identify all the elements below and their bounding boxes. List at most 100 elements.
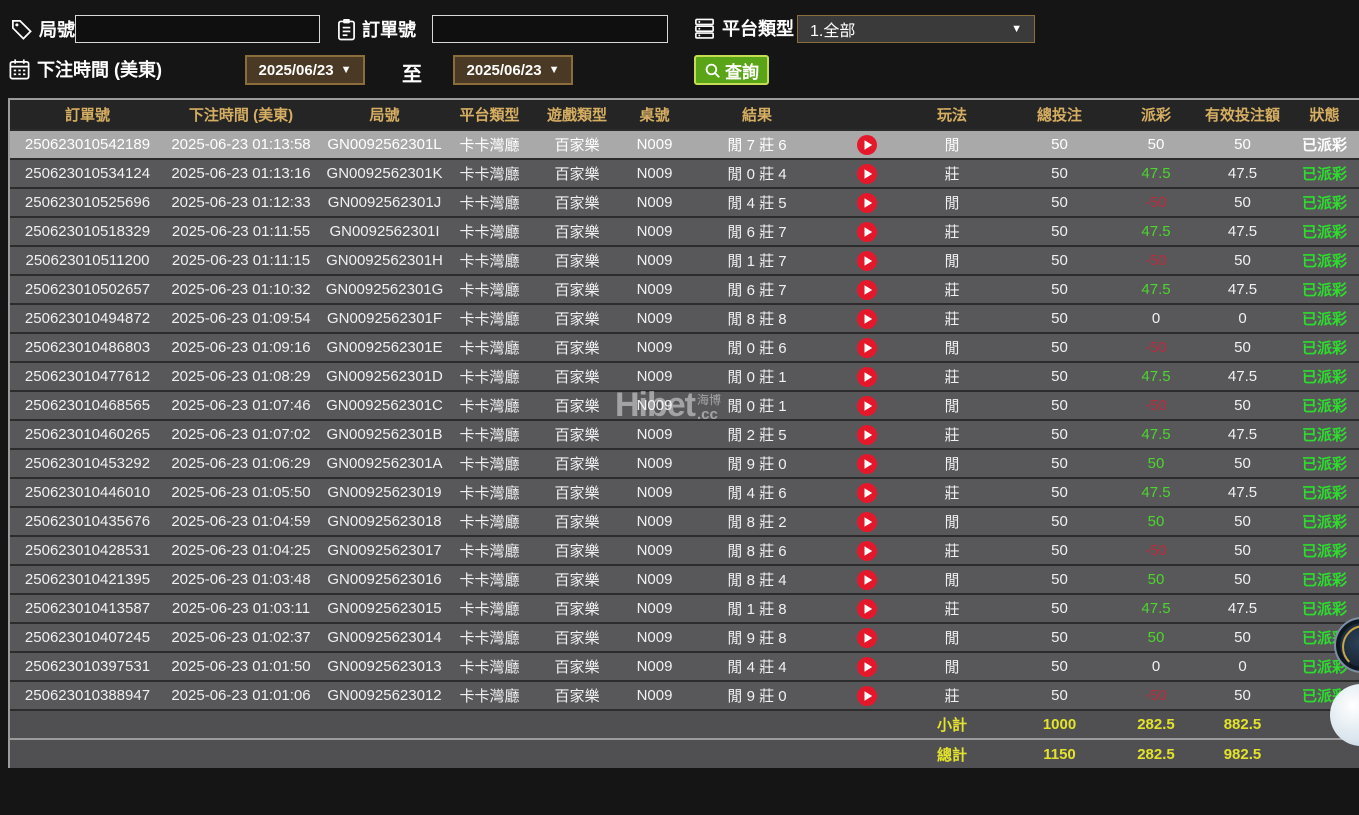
play-video-icon[interactable] xyxy=(857,599,877,619)
play-video-icon[interactable] xyxy=(857,425,877,445)
cell-result: 閒 8 莊 6 xyxy=(682,536,832,565)
total-payout: 282.5 xyxy=(1117,739,1195,768)
cell-order: 250623010413587 xyxy=(10,594,165,623)
cell-round: GN0092562301A xyxy=(317,449,452,478)
cell-status: 已派彩 xyxy=(1290,478,1359,507)
cell-total-bet: 50 xyxy=(1002,333,1117,362)
play-video-icon[interactable] xyxy=(857,135,877,155)
play-video-icon[interactable] xyxy=(857,686,877,706)
play-video-icon[interactable] xyxy=(857,628,877,648)
cell-video xyxy=(832,391,902,420)
cell-platform: 卡卡灣廳 xyxy=(452,217,527,246)
table-row[interactable]: 250623010468565 2025-06-23 01:07:46 GN00… xyxy=(10,391,1359,420)
cell-order: 250623010446010 xyxy=(10,478,165,507)
table-row[interactable]: 250623010486803 2025-06-23 01:09:16 GN00… xyxy=(10,333,1359,362)
cell-video xyxy=(832,681,902,710)
play-video-icon[interactable] xyxy=(857,193,877,213)
play-video-icon[interactable] xyxy=(857,222,877,242)
order-filter-label: 訂單號 xyxy=(337,16,416,42)
total-valid-bet: 982.5 xyxy=(1195,739,1290,768)
cell-video xyxy=(832,362,902,391)
cell-round: GN0092562301E xyxy=(317,333,452,362)
cell-result: 閒 1 莊 8 xyxy=(682,594,832,623)
cell-result: 閒 4 莊 4 xyxy=(682,652,832,681)
cell-payout: 47.5 xyxy=(1117,362,1195,391)
table-row[interactable]: 250623010502657 2025-06-23 01:10:32 GN00… xyxy=(10,275,1359,304)
col-header-platform: 平台類型 xyxy=(452,100,527,130)
date-to-picker[interactable]: 2025/06/23 ▼ xyxy=(453,55,573,85)
table-row[interactable]: 250623010477612 2025-06-23 01:08:29 GN00… xyxy=(10,362,1359,391)
cell-payout: -50 xyxy=(1117,188,1195,217)
table-row[interactable]: 250623010421395 2025-06-23 01:03:48 GN00… xyxy=(10,565,1359,594)
table-row[interactable]: 250623010494872 2025-06-23 01:09:54 GN00… xyxy=(10,304,1359,333)
cell-table-no: N009 xyxy=(627,507,682,536)
cell-result: 閒 2 莊 5 xyxy=(682,420,832,449)
table-row[interactable]: 250623010446010 2025-06-23 01:05:50 GN00… xyxy=(10,478,1359,507)
play-video-icon[interactable] xyxy=(857,512,877,532)
table-row[interactable]: 250623010460265 2025-06-23 01:07:02 GN00… xyxy=(10,420,1359,449)
cell-result: 閒 0 莊 6 xyxy=(682,333,832,362)
cell-play-type: 莊 xyxy=(902,362,1002,391)
cell-round: GN00925623016 xyxy=(317,565,452,594)
play-video-icon[interactable] xyxy=(857,251,877,271)
cell-bet-time: 2025-06-23 01:03:11 xyxy=(165,594,317,623)
cell-game-type: 百家樂 xyxy=(527,565,627,594)
cell-order: 250623010477612 xyxy=(10,362,165,391)
cell-table-no: N009 xyxy=(627,565,682,594)
cell-result: 閒 1 莊 7 xyxy=(682,246,832,275)
cell-result: 閒 9 莊 0 xyxy=(682,681,832,710)
cell-game-type: 百家樂 xyxy=(527,478,627,507)
play-video-icon[interactable] xyxy=(857,454,877,474)
cell-total-bet: 50 xyxy=(1002,507,1117,536)
table-row[interactable]: 250623010407245 2025-06-23 01:02:37 GN00… xyxy=(10,623,1359,652)
play-video-icon[interactable] xyxy=(857,483,877,503)
cell-play-type: 莊 xyxy=(902,681,1002,710)
cell-play-type: 莊 xyxy=(902,275,1002,304)
cell-result: 閒 9 莊 0 xyxy=(682,449,832,478)
play-video-icon[interactable] xyxy=(857,367,877,387)
cell-order: 250623010428531 xyxy=(10,536,165,565)
play-video-icon[interactable] xyxy=(857,396,877,416)
play-video-icon[interactable] xyxy=(857,309,877,329)
cell-round: GN0092562301K xyxy=(317,159,452,188)
platform-type-select[interactable]: 1.全部 ▼ xyxy=(797,15,1035,43)
cell-valid-bet: 50 xyxy=(1195,449,1290,478)
cell-payout: 50 xyxy=(1117,449,1195,478)
col-header-order: 訂單號 xyxy=(10,100,165,130)
play-video-icon[interactable] xyxy=(857,338,877,358)
cell-total-bet: 50 xyxy=(1002,275,1117,304)
table-row[interactable]: 250623010388947 2025-06-23 01:01:06 GN00… xyxy=(10,681,1359,710)
table-row[interactable]: 250623010518329 2025-06-23 01:11:55 GN00… xyxy=(10,217,1359,246)
table-row[interactable]: 250623010525696 2025-06-23 01:12:33 GN00… xyxy=(10,188,1359,217)
play-video-icon[interactable] xyxy=(857,280,877,300)
table-row[interactable]: 250623010453292 2025-06-23 01:06:29 GN00… xyxy=(10,449,1359,478)
table-row[interactable]: 250623010511200 2025-06-23 01:11:15 GN00… xyxy=(10,246,1359,275)
cell-play-type: 閒 xyxy=(902,246,1002,275)
date-from-picker[interactable]: 2025/06/23 ▼ xyxy=(245,55,365,85)
cell-payout: 50 xyxy=(1117,507,1195,536)
cell-play-type: 閒 xyxy=(902,391,1002,420)
play-video-icon[interactable] xyxy=(857,570,877,590)
table-row[interactable]: 250623010397531 2025-06-23 01:01:50 GN00… xyxy=(10,652,1359,681)
cell-table-no: N009 xyxy=(627,362,682,391)
table-row[interactable]: 250623010542189 2025-06-23 01:13:58 GN00… xyxy=(10,130,1359,159)
table-row[interactable]: 250623010534124 2025-06-23 01:13:16 GN00… xyxy=(10,159,1359,188)
cell-table-no: N009 xyxy=(627,159,682,188)
table-row[interactable]: 250623010413587 2025-06-23 01:03:11 GN00… xyxy=(10,594,1359,623)
col-header-table-no: 桌號 xyxy=(627,100,682,130)
play-video-icon[interactable] xyxy=(857,164,877,184)
cell-platform: 卡卡灣廳 xyxy=(452,275,527,304)
table-row[interactable]: 250623010435676 2025-06-23 01:04:59 GN00… xyxy=(10,507,1359,536)
play-video-icon[interactable] xyxy=(857,541,877,561)
order-input[interactable] xyxy=(432,15,668,43)
cell-order: 250623010460265 xyxy=(10,420,165,449)
query-button[interactable]: 查詢 xyxy=(694,55,769,85)
play-video-icon[interactable] xyxy=(857,657,877,677)
cell-platform: 卡卡灣廳 xyxy=(452,362,527,391)
cell-valid-bet: 50 xyxy=(1195,681,1290,710)
total-total-bet: 1150 xyxy=(1002,739,1117,768)
round-input[interactable] xyxy=(75,15,320,43)
cell-valid-bet: 47.5 xyxy=(1195,362,1290,391)
cell-status: 已派彩 xyxy=(1290,594,1359,623)
table-row[interactable]: 250623010428531 2025-06-23 01:04:25 GN00… xyxy=(10,536,1359,565)
